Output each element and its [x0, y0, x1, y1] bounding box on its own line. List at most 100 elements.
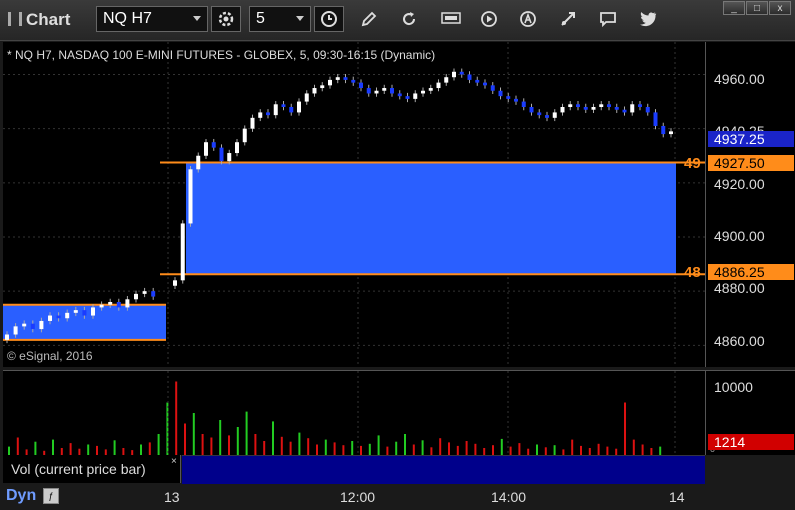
candle-body: [304, 93, 309, 102]
candle-body: [545, 115, 549, 118]
candle-body: [591, 107, 596, 110]
interval-combobox[interactable]: 5: [249, 6, 311, 32]
candle-body: [529, 107, 534, 113]
price-tick: 4920.00: [714, 176, 765, 192]
candle-body: [537, 112, 542, 116]
price-tick: 4900.00: [714, 228, 765, 244]
last-price-tag: 4937.25: [708, 131, 794, 147]
candle-body: [583, 107, 588, 110]
settings-button[interactable]: [211, 6, 241, 32]
candle-body: [645, 107, 650, 113]
clock-icon: [321, 11, 337, 27]
price-axis[interactable]: 4960.00 4940.25 4920.00 4900.00 4880.00 …: [705, 42, 795, 367]
candle-body: [638, 104, 642, 107]
chevron-down-icon: [193, 16, 201, 21]
candle-body: [289, 107, 294, 113]
close-window-button[interactable]: x: [769, 1, 791, 15]
gear-icon: [218, 11, 234, 27]
symbol-combobox[interactable]: NQ H7: [96, 6, 208, 32]
candle-body: [343, 77, 348, 80]
twitter-icon: [640, 12, 657, 27]
candle-body: [5, 334, 9, 340]
chart-app-icon: [8, 12, 22, 26]
volume-chart[interactable]: [3, 370, 705, 455]
candle-body: [413, 93, 418, 99]
candle-body: [366, 88, 371, 94]
pencil-icon: [361, 11, 377, 27]
volume-axis[interactable]: 10000 0 1214: [705, 370, 795, 455]
copyright-text: © eSignal, 2016: [7, 349, 93, 363]
comment-button[interactable]: [593, 6, 623, 32]
get-data-icon: [441, 12, 461, 24]
draw-tool-button[interactable]: [354, 6, 384, 32]
price-tick: 4860.00: [714, 333, 765, 349]
candle-body: [359, 82, 363, 89]
volume-close-button[interactable]: ×: [171, 456, 177, 467]
price-chart-canvas: [3, 42, 705, 367]
volume-legend: Vol (current price bar): [3, 455, 181, 483]
analytics-icon: [520, 11, 536, 27]
candle-body: [390, 88, 394, 94]
price-chart[interactable]: * NQ H7, NASDAQ 100 E-MINI FUTURES - GLO…: [3, 42, 705, 367]
candle-body: [405, 96, 410, 99]
candle-body: [266, 112, 270, 116]
candle-body: [514, 98, 518, 102]
candle-body: [235, 142, 239, 154]
candle-body: [219, 147, 224, 162]
candle-body: [258, 112, 263, 118]
symbol-value: NQ H7: [103, 10, 152, 27]
time-template-button[interactable]: [314, 6, 344, 32]
restore-button[interactable]: □: [746, 1, 768, 15]
candle-body: [196, 155, 201, 170]
cursor-tool-button[interactable]: [553, 6, 583, 32]
candle-body: [568, 104, 573, 107]
candle-body: [328, 79, 332, 86]
candle-body: [436, 82, 441, 89]
candle-body: [180, 223, 185, 281]
chart-header: * NQ H7, NASDAQ 100 E-MINI FUTURES - GLO…: [7, 48, 436, 62]
candle-body: [13, 326, 18, 335]
get-data-button[interactable]: [436, 6, 466, 32]
volume-chart-canvas: [8, 371, 676, 455]
play-icon: [481, 11, 497, 27]
candle-body: [48, 315, 52, 321]
minimize-button[interactable]: _: [723, 1, 745, 15]
candle-body: [467, 74, 472, 80]
candle-body: [483, 82, 487, 86]
candle-body: [599, 104, 604, 107]
toolbar: Chart NQ H7 5 _ □ x: [0, 0, 795, 41]
candle-body: [498, 90, 503, 97]
candle-body: [273, 104, 278, 116]
candle-body: [335, 77, 340, 80]
refresh-icon: [403, 12, 416, 26]
candle-body: [151, 291, 156, 297]
app-title-text: Chart: [26, 10, 71, 29]
twitter-button[interactable]: [633, 6, 663, 32]
candle-body: [653, 112, 658, 126]
chevron-down-icon: [296, 16, 304, 21]
time-label: 12:00: [340, 489, 376, 505]
candle-body: [73, 310, 78, 313]
interval-value: 5: [256, 10, 265, 27]
play-button[interactable]: [474, 6, 504, 32]
volume-last-tag: 1214: [708, 434, 794, 450]
time-label: 14:00: [491, 489, 527, 505]
time-label: 13: [164, 489, 180, 505]
candle-body: [227, 153, 232, 162]
candle-body: [351, 79, 356, 83]
comment-icon: [600, 12, 616, 28]
candle-body: [312, 88, 317, 94]
candle-body: [204, 142, 208, 156]
candle-body: [607, 104, 611, 107]
time-axis[interactable]: Dyn ƒ 13 12:00 14:00 14: [0, 484, 795, 510]
candle-body: [320, 85, 325, 89]
candle-body: [297, 101, 301, 113]
candle-body: [99, 304, 104, 308]
candle-body: [614, 107, 619, 110]
refresh-button[interactable]: [394, 6, 424, 32]
upper-level-label: 49: [684, 155, 701, 172]
candle-body: [490, 85, 495, 91]
analytics-button[interactable]: [513, 6, 543, 32]
lock-icon[interactable]: ƒ: [43, 488, 59, 504]
candle-body: [30, 323, 35, 330]
